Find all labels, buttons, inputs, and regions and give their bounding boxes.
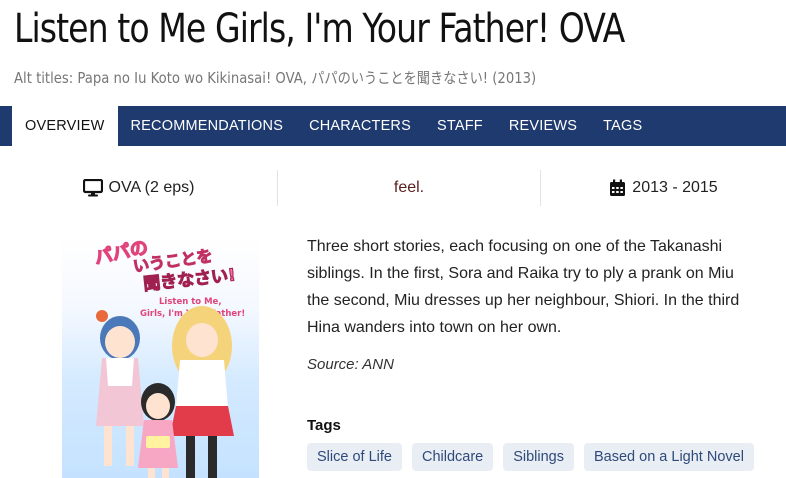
tab-bar: OVERVIEW RECOMMENDATIONS CHARACTERS STAF… xyxy=(0,106,786,146)
alt-titles-prefix: Alt titles: xyxy=(14,69,74,87)
cover-girl-middle xyxy=(138,383,178,478)
cover-girl-right xyxy=(170,306,234,478)
cover-subtitle-1: Listen to Me, xyxy=(159,297,222,307)
tags-heading: Tags xyxy=(307,417,341,434)
studio-link[interactable]: feel. xyxy=(278,170,541,206)
tag-siblings[interactable]: Siblings xyxy=(503,443,574,471)
format-text: OVA (2 eps) xyxy=(108,179,195,196)
alt-titles: Alt titles: Papa no Iu Koto wo Kikinasai… xyxy=(14,67,536,88)
tab-recommendations[interactable]: RECOMMENDATIONS xyxy=(118,106,297,146)
synopsis-source: Source: ANN xyxy=(307,356,394,373)
synopsis-line: Hina wanders into town on her own. xyxy=(307,319,562,336)
tag-based-on-light-novel[interactable]: Based on a Light Novel xyxy=(584,443,754,471)
synopsis-line: siblings. In the first, Sora and Raika t… xyxy=(307,265,734,282)
alt-titles-text: Papa no Iu Koto wo Kikinasai! OVA, パパのいう… xyxy=(77,69,537,87)
calendar-icon xyxy=(610,179,626,196)
years-info: 2013 - 2015 xyxy=(541,170,786,206)
tab-characters[interactable]: CHARACTERS xyxy=(296,106,424,146)
synopsis: Three short stories, each focusing on on… xyxy=(307,233,786,341)
tab-overview[interactable]: OVERVIEW xyxy=(12,106,118,146)
tab-reviews[interactable]: REVIEWS xyxy=(496,106,590,146)
info-row: OVA (2 eps) feel. 2013 - 2015 xyxy=(0,170,786,206)
tags-list: Slice of Life Childcare Siblings Based o… xyxy=(307,443,754,471)
cover-girl-left xyxy=(96,310,144,466)
page-title: Listen to Me Girls, I'm Your Father! OVA xyxy=(14,6,625,52)
years-text: 2013 - 2015 xyxy=(632,179,718,196)
cover-artwork: パパの いうことを 聞きなさい! Listen to Me, Girls, I'… xyxy=(92,237,245,478)
synopsis-line: the second, Miu dresses up her neighbour… xyxy=(307,292,740,309)
synopsis-line: Three short stories, each focusing on on… xyxy=(307,238,723,255)
monitor-icon xyxy=(82,179,103,197)
cover-logo: パパの いうことを 聞きなさい! xyxy=(92,237,237,296)
cover-image[interactable]: パパの いうことを 聞きなさい! Listen to Me, Girls, I'… xyxy=(62,236,259,478)
tag-slice-of-life[interactable]: Slice of Life xyxy=(307,443,402,471)
tab-staff[interactable]: STAFF xyxy=(424,106,496,146)
tag-childcare[interactable]: Childcare xyxy=(411,443,494,471)
tab-tags[interactable]: TAGS xyxy=(590,106,655,146)
format-info: OVA (2 eps) xyxy=(0,170,278,206)
